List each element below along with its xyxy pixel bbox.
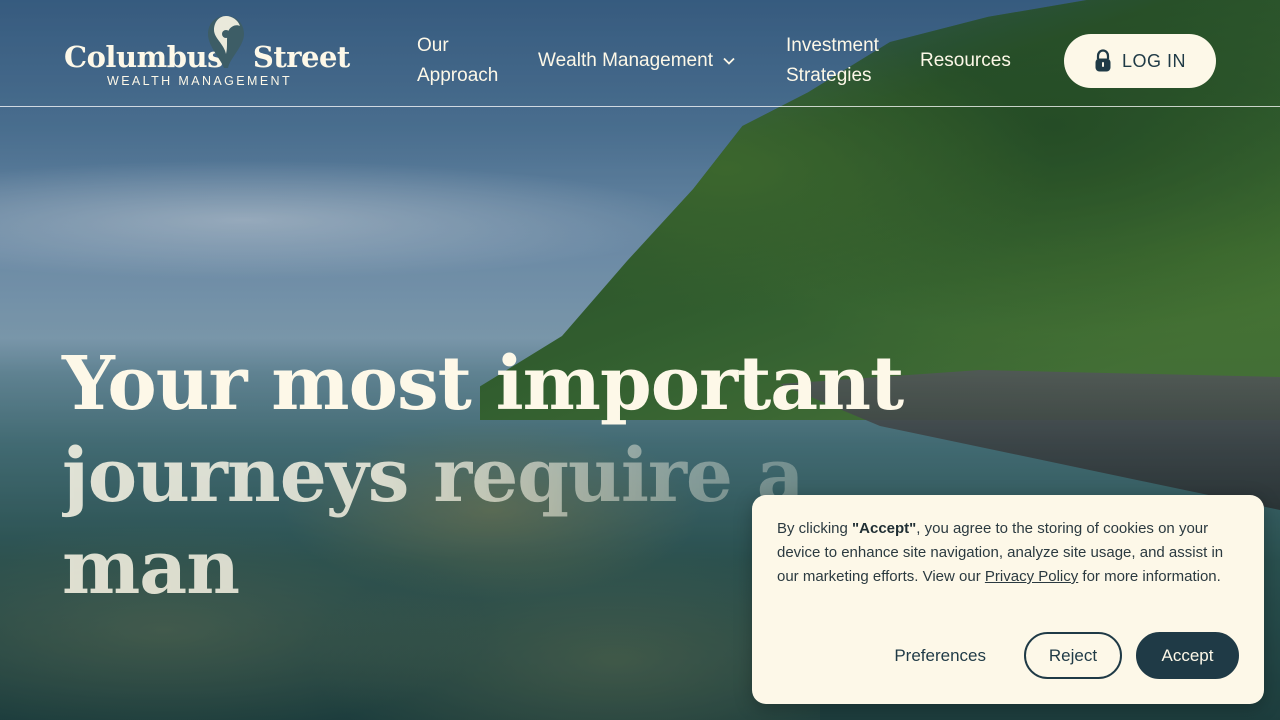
cookie-accept-quote: "Accept" bbox=[852, 520, 917, 537]
nav-investment-line1: Investment bbox=[786, 35, 879, 56]
nav-our-approach[interactable]: Our Approach bbox=[417, 31, 517, 91]
nav-our-approach-line1: Our bbox=[417, 35, 449, 56]
chevron-down-icon bbox=[723, 57, 735, 65]
nav-investment-strategies[interactable]: Investment Strategies bbox=[786, 31, 896, 91]
accept-button[interactable]: Accept bbox=[1136, 632, 1239, 679]
nav-wealth-management-label: Wealth Management bbox=[538, 50, 713, 71]
cookie-actions: Preferences Reject Accept bbox=[752, 632, 1239, 679]
logo-tagline: WEALTH MANAGEMENT bbox=[107, 74, 293, 88]
hero-headline-line1: Your most important bbox=[62, 341, 904, 427]
brand-logo[interactable]: Columbus Street WEALTH MANAGEMENT bbox=[64, 14, 350, 90]
nav-resources[interactable]: Resources bbox=[920, 46, 1011, 76]
login-button[interactable]: LOG IN bbox=[1064, 34, 1216, 88]
site-header: Columbus Street WEALTH MANAGEMENT Our App… bbox=[0, 0, 1280, 107]
lock-icon bbox=[1095, 49, 1111, 72]
cookie-text-after: for more information. bbox=[1078, 568, 1221, 585]
cookie-consent-banner: By clicking "Accept", you agree to the s… bbox=[752, 495, 1264, 704]
cookie-text-before: By clicking bbox=[777, 520, 853, 537]
login-label: LOG IN bbox=[1121, 50, 1186, 71]
logo-name-left: Columbus bbox=[64, 40, 223, 74]
nav-investment-line2: Strategies bbox=[786, 65, 872, 86]
nav-wealth-management[interactable]: Wealth Management bbox=[538, 46, 735, 76]
preferences-button[interactable]: Preferences bbox=[870, 632, 1010, 679]
cookie-message: By clicking "Accept", you agree to the s… bbox=[777, 517, 1239, 589]
reject-button[interactable]: Reject bbox=[1024, 632, 1122, 679]
map-pin-icon bbox=[208, 16, 244, 68]
privacy-policy-link[interactable]: Privacy Policy bbox=[985, 568, 1078, 585]
logo-name-right: Street bbox=[252, 40, 350, 74]
nav-our-approach-line2: Approach bbox=[417, 65, 499, 86]
